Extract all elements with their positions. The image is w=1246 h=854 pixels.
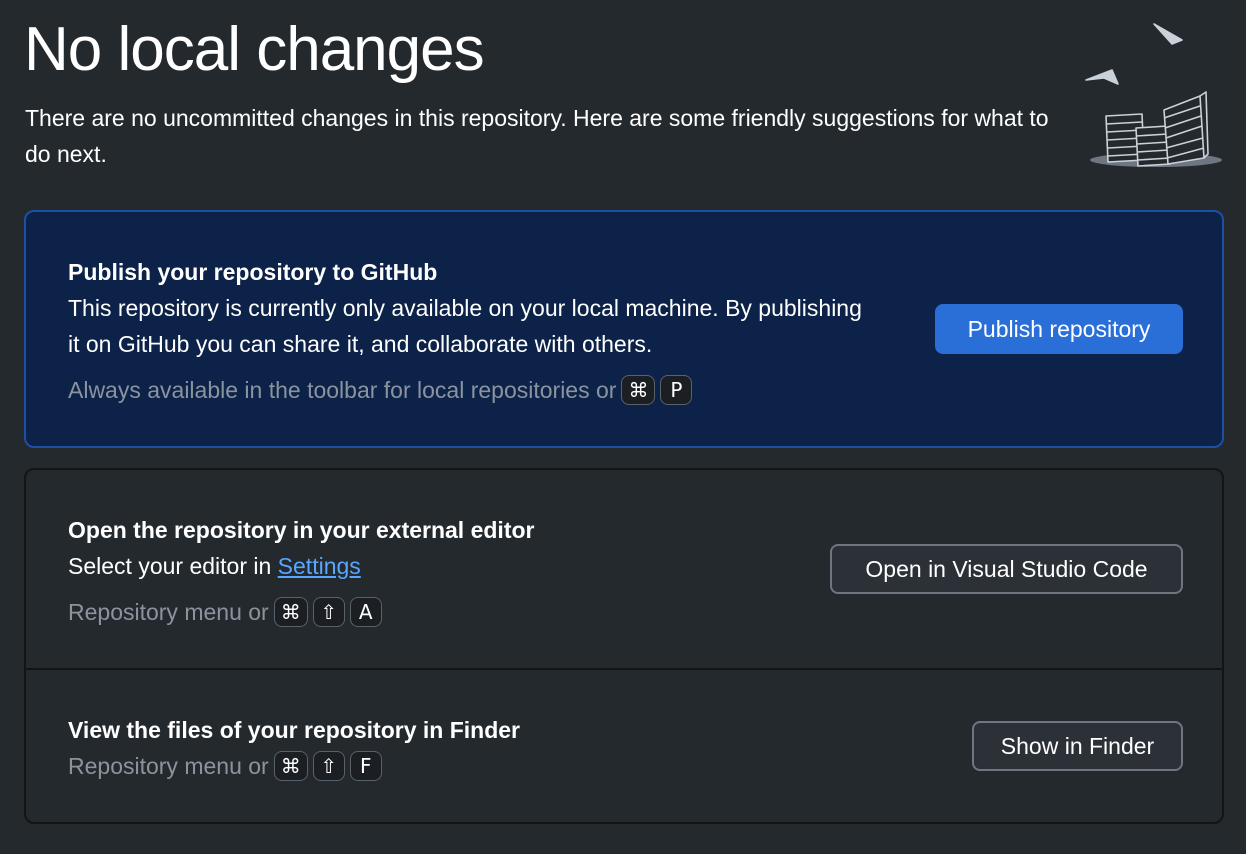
open-in-editor-button[interactable]: Open in Visual Studio Code — [830, 544, 1183, 594]
finder-hint: Repository menu or ⌘ ⇧ F — [68, 748, 788, 784]
settings-link[interactable]: Settings — [278, 553, 361, 579]
shift-key-icon: ⇧ — [312, 751, 345, 781]
publish-description: This repository is currently only availa… — [68, 295, 862, 357]
editor-description-text: Select your editor in — [68, 553, 272, 579]
editor-info: Open the repository in your external edi… — [68, 512, 788, 630]
editor-hint: Repository menu or ⌘ ⇧ A — [68, 594, 788, 630]
page-title: No local changes — [24, 15, 485, 84]
editor-description: Select your editor in Settings — [68, 548, 788, 584]
editor-title: Open the repository in your external edi… — [68, 517, 535, 543]
editor-hint-text: Repository menu or — [68, 599, 269, 625]
divider — [26, 668, 1222, 670]
command-key-icon: ⌘ — [621, 375, 656, 405]
publish-hint: Always available in the toolbar for loca… — [68, 372, 868, 408]
page-subtitle: There are no uncommitted changes in this… — [25, 105, 1049, 167]
finder-title: View the files of your repository in Fin… — [68, 717, 520, 743]
command-key-icon: ⌘ — [273, 751, 308, 781]
publish-hint-text: Always available in the toolbar for loca… — [68, 377, 617, 403]
publish-info: Publish your repository to GitHub This r… — [68, 254, 868, 408]
publish-repository-button[interactable]: Publish repository — [935, 304, 1183, 354]
paper-stacks-illustration — [1085, 23, 1222, 167]
publish-title: Publish your repository to GitHub — [68, 259, 438, 285]
finder-info: View the files of your repository in Fin… — [68, 712, 788, 784]
show-in-finder-button[interactable]: Show in Finder — [972, 721, 1183, 771]
key-a: A — [349, 597, 382, 627]
key-f: F — [349, 751, 382, 781]
suggestions-card: Open the repository in your external edi… — [24, 468, 1224, 824]
finder-hint-text: Repository menu or — [68, 753, 269, 779]
command-key-icon: ⌘ — [273, 597, 308, 627]
shift-key-icon: ⇧ — [312, 597, 345, 627]
key-p: P — [660, 375, 693, 405]
no-changes-view: No local changes There are no uncommitte… — [0, 0, 1246, 854]
publish-repository-card: Publish your repository to GitHub This r… — [24, 210, 1224, 448]
